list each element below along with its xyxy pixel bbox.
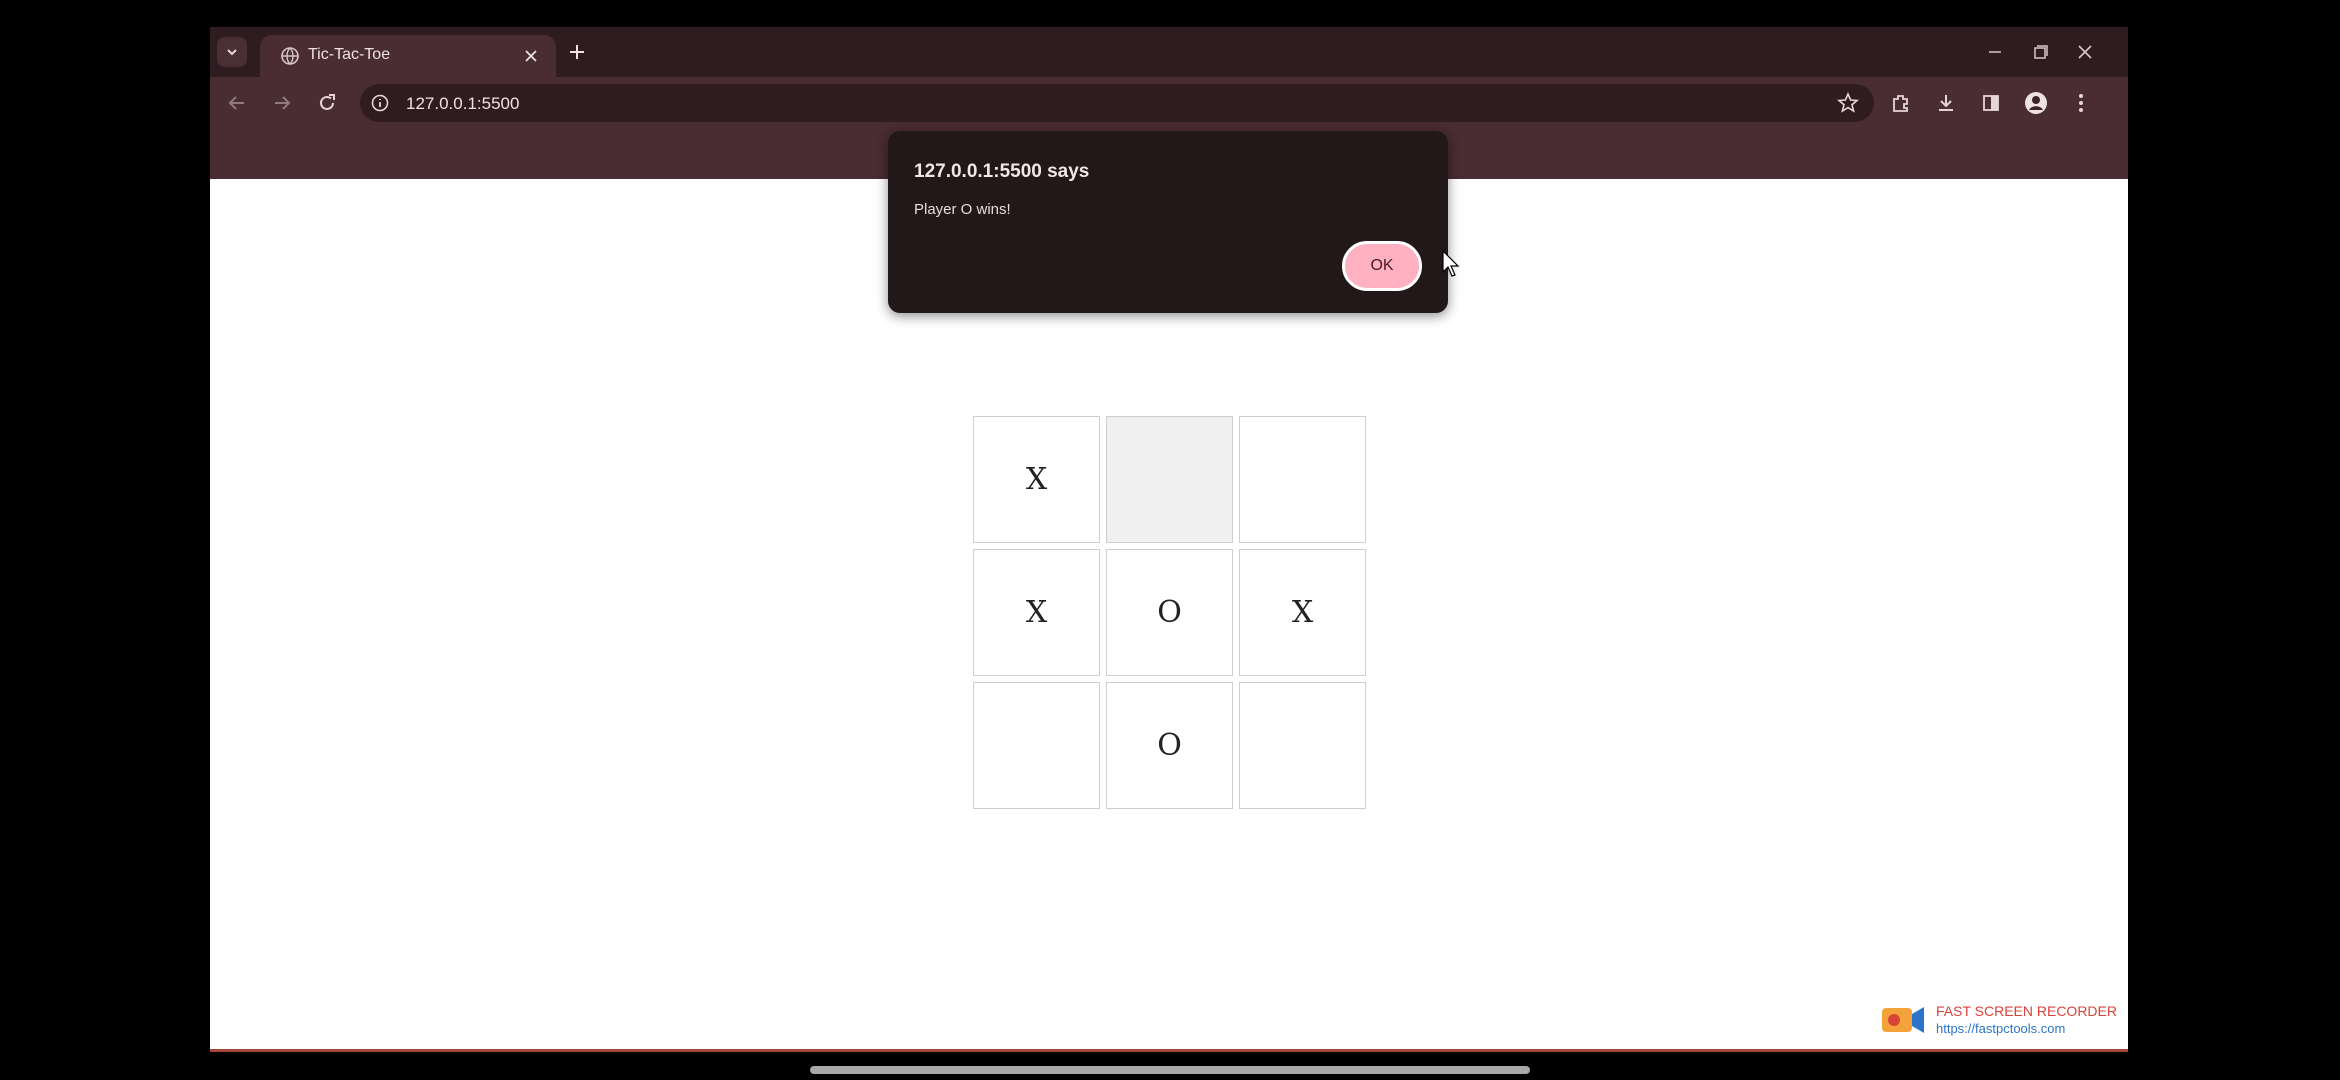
extensions-icon[interactable]: [1886, 88, 1916, 118]
toolbar: 127.0.0.1:5500: [210, 77, 2128, 129]
board-cell[interactable]: O: [1106, 549, 1233, 676]
close-icon[interactable]: [520, 45, 542, 67]
board-cell[interactable]: X: [1239, 549, 1366, 676]
tab-strip: Tic-Tac-Toe: [210, 27, 2128, 77]
watermark-url: https://fastpctools.com: [1936, 1021, 2066, 1036]
dialog-title: 127.0.0.1:5500 says: [914, 161, 1090, 182]
ok-button[interactable]: OK: [1342, 241, 1422, 291]
gesture-bar[interactable]: [810, 1066, 1530, 1074]
globe-icon: [281, 47, 299, 65]
restore-icon[interactable]: [2025, 37, 2055, 67]
board-cell[interactable]: [1106, 416, 1233, 543]
board-cell[interactable]: X: [973, 549, 1100, 676]
close-window-icon[interactable]: [2070, 37, 2100, 67]
address-bar[interactable]: 127.0.0.1:5500: [360, 84, 1874, 122]
plus-icon[interactable]: [562, 37, 592, 67]
back-icon[interactable]: [222, 88, 252, 118]
game-board: X X O X O: [973, 416, 1366, 809]
profile-icon[interactable]: [2021, 88, 2051, 118]
star-icon[interactable]: [1836, 91, 1860, 115]
info-icon[interactable]: [370, 93, 390, 113]
forward-icon[interactable]: [267, 88, 297, 118]
board-cell[interactable]: X: [973, 416, 1100, 543]
board-cell[interactable]: [1239, 682, 1366, 809]
chevron-down-icon: [227, 49, 237, 56]
board-cell[interactable]: O: [1106, 682, 1233, 809]
page-bottom-border: [210, 1049, 2128, 1052]
camera-logo-icon: [1882, 1007, 1924, 1033]
url-text: 127.0.0.1:5500: [406, 94, 520, 113]
recorder-watermark: FAST SCREEN RECORDER https://fastpctools…: [1880, 1001, 2117, 1039]
download-icon[interactable]: [1931, 88, 1961, 118]
tab-tic-tac-toe[interactable]: Tic-Tac-Toe: [260, 35, 556, 77]
minimize-icon[interactable]: [1980, 37, 2010, 67]
tab-search-button[interactable]: [217, 37, 247, 67]
reload-icon[interactable]: [312, 88, 342, 118]
tab-title: Tic-Tac-Toe: [308, 46, 391, 63]
more-icon[interactable]: [2066, 88, 2096, 118]
side-panel-icon[interactable]: [1976, 88, 2006, 118]
alert-dialog: 127.0.0.1:5500 says Player O wins! OK: [888, 131, 1448, 313]
dialog-message: Player O wins!: [914, 201, 1011, 218]
mouse-cursor-icon: [1442, 250, 1460, 277]
board-cell[interactable]: [1239, 416, 1366, 543]
board-cell[interactable]: [973, 682, 1100, 809]
watermark-title: FAST SCREEN RECORDER: [1936, 1003, 2117, 1019]
